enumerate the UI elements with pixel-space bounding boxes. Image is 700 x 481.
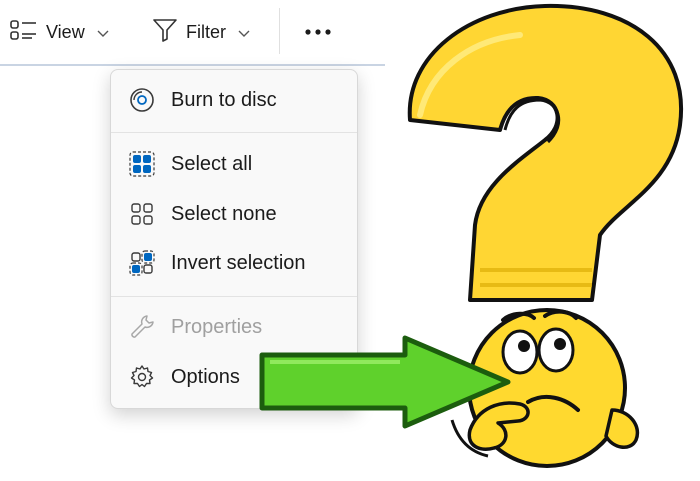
decoration-overlay (259, 3, 684, 468)
question-mark-icon (407, 3, 684, 302)
